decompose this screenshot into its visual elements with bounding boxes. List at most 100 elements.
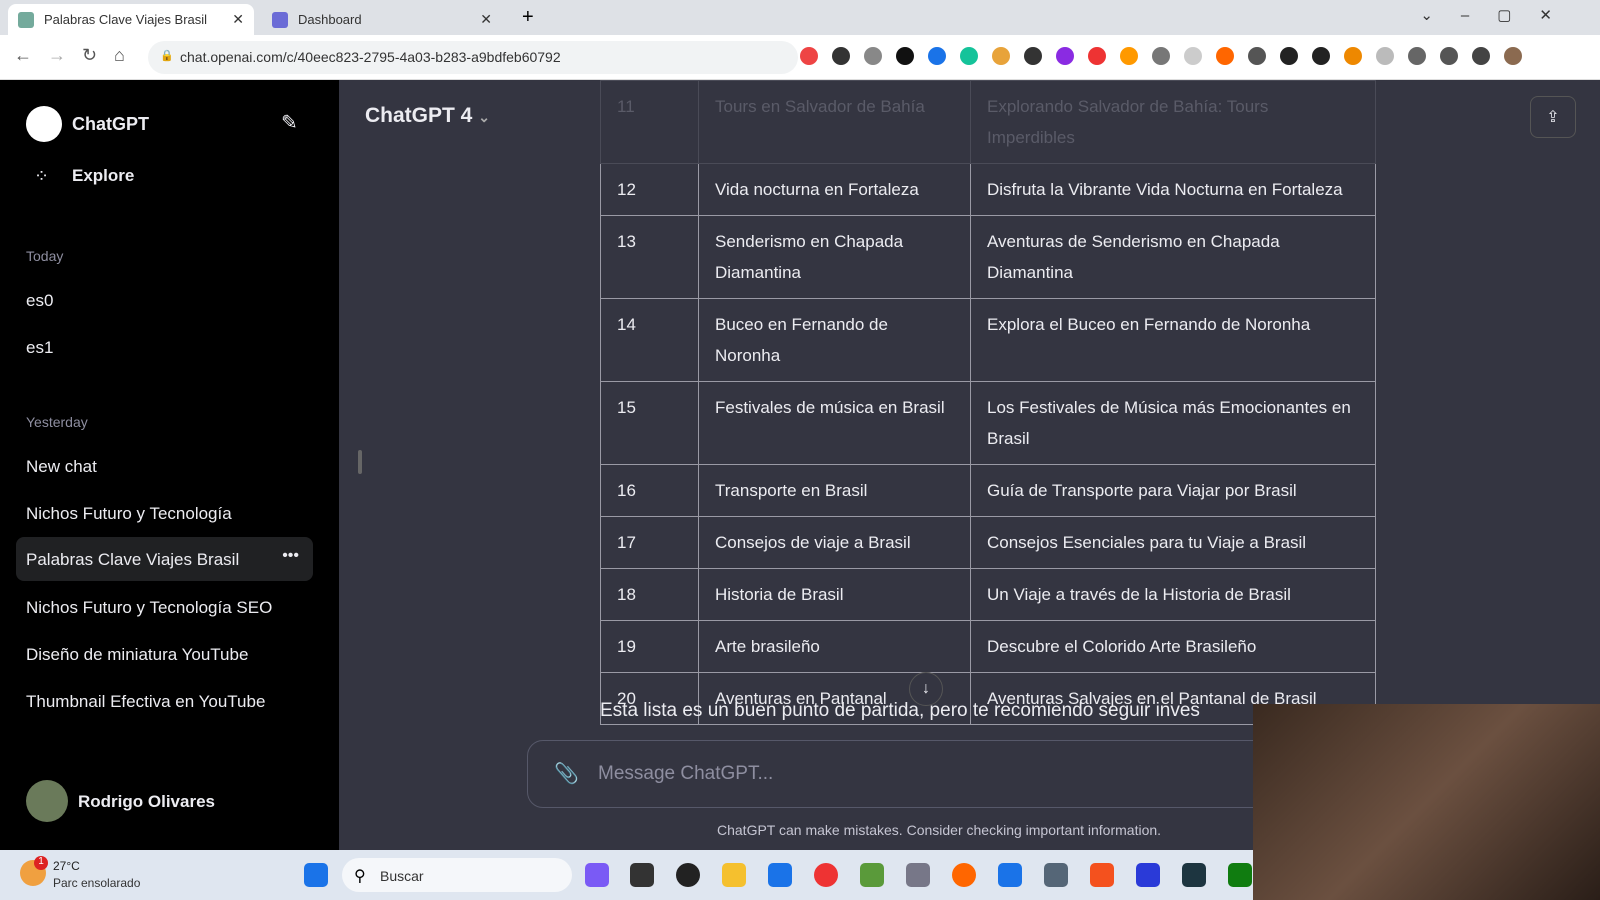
reload-icon[interactable]: ↻ bbox=[82, 45, 97, 66]
row-number: 12 bbox=[600, 163, 699, 216]
more-options-icon[interactable]: ••• bbox=[282, 547, 299, 565]
file-explorer-icon[interactable] bbox=[722, 863, 746, 887]
profile-avatar[interactable] bbox=[1504, 47, 1522, 65]
chat-item[interactable]: Diseño de miniatura YouTube bbox=[26, 645, 248, 665]
chat-item[interactable]: Nichos Futuro y Tecnología bbox=[26, 504, 232, 524]
chat-item-active[interactable]: Palabras Clave Viajes Brasil ••• bbox=[16, 537, 313, 581]
extension-icon[interactable] bbox=[1024, 47, 1042, 65]
app-icon[interactable] bbox=[1182, 863, 1206, 887]
weather-icon: 1 bbox=[20, 856, 48, 886]
keyword-cell: Vida nocturna en Fortaleza bbox=[698, 163, 971, 216]
grammarly-icon[interactable] bbox=[960, 47, 978, 65]
extension-icon[interactable] bbox=[896, 47, 914, 65]
notification-badge: 1 bbox=[34, 856, 48, 870]
extension-icon[interactable] bbox=[864, 47, 882, 65]
xbox-icon[interactable] bbox=[1228, 863, 1252, 887]
row-number: 17 bbox=[600, 516, 699, 569]
search-box[interactable]: ⚲ Buscar bbox=[342, 858, 572, 892]
title-cell: Explorando Salvador de Bahía: Tours Impe… bbox=[970, 80, 1376, 164]
app-icon[interactable] bbox=[630, 863, 654, 887]
title-cell: Consejos Esenciales para tu Viaje a Bras… bbox=[970, 516, 1376, 569]
extension-icon[interactable] bbox=[800, 47, 818, 65]
extension-icon[interactable] bbox=[1216, 47, 1234, 65]
table-row: 17 Consejos de viaje a Brasil Consejos Ese… bbox=[600, 516, 1376, 569]
obs-icon[interactable] bbox=[676, 863, 700, 887]
title-cell: Un Viaje a través de la Historia de Bras… bbox=[970, 568, 1376, 621]
sidebar-resize-handle[interactable] bbox=[358, 450, 362, 474]
chat-item[interactable]: es1 bbox=[26, 338, 53, 358]
close-tab-icon[interactable]: ✕ bbox=[480, 11, 492, 28]
chrome-icon[interactable] bbox=[814, 863, 838, 887]
home-icon[interactable]: ⌂ bbox=[114, 45, 125, 66]
url-text: chat.openai.com/c/40eec823-2795-4a03-b28… bbox=[180, 49, 561, 65]
extension-icon[interactable] bbox=[1088, 47, 1106, 65]
app-icon[interactable] bbox=[906, 863, 930, 887]
explore-link[interactable]: Explore bbox=[72, 166, 134, 186]
firefox-icon[interactable] bbox=[952, 863, 976, 887]
chat-item[interactable]: es0 bbox=[26, 291, 53, 311]
audio-app-icon[interactable] bbox=[1136, 863, 1160, 887]
extension-icon[interactable] bbox=[928, 47, 946, 65]
extension-icon[interactable] bbox=[1376, 47, 1394, 65]
share-icon[interactable]: ⇪ bbox=[1530, 96, 1576, 138]
extension-icon[interactable] bbox=[1120, 47, 1138, 65]
tab-dashboard[interactable]: Dashboard ✕ bbox=[262, 4, 502, 35]
settings-icon[interactable] bbox=[1044, 863, 1068, 887]
user-name[interactable]: Rodrigo Olivares bbox=[78, 792, 215, 812]
app-icon[interactable] bbox=[860, 863, 884, 887]
webcam-overlay bbox=[1253, 704, 1600, 900]
sidepanel-icon[interactable] bbox=[1472, 47, 1490, 65]
download-icon[interactable] bbox=[1440, 47, 1458, 65]
extension-icon[interactable] bbox=[1280, 47, 1298, 65]
app-name[interactable]: ChatGPT bbox=[72, 114, 149, 135]
disclaimer: ChatGPT can make mistakes. Consider chec… bbox=[717, 822, 1162, 838]
table-row: 14 Buceo en Fernando de Noronha Explora el… bbox=[600, 298, 1376, 382]
forward-icon[interactable]: → bbox=[48, 45, 66, 66]
back-icon[interactable]: ← bbox=[14, 45, 32, 66]
chat-item[interactable]: Nichos Futuro y Tecnología SEO bbox=[26, 598, 272, 618]
new-tab-icon[interactable]: + bbox=[522, 6, 534, 29]
title-cell: Explora el Buceo en Fernando de Noronha bbox=[970, 298, 1376, 382]
search-placeholder: Buscar bbox=[380, 868, 424, 884]
chat-item-label: Palabras Clave Viajes Brasil bbox=[26, 550, 240, 569]
keyword-cell: Arte brasileño bbox=[698, 620, 971, 673]
extension-icon[interactable] bbox=[832, 47, 850, 65]
extension-icon[interactable] bbox=[1312, 47, 1330, 65]
app-icon[interactable] bbox=[585, 863, 609, 887]
extension-icon[interactable] bbox=[1184, 47, 1202, 65]
close-tab-icon[interactable]: ✕ bbox=[232, 11, 244, 28]
tab-palabras-clave[interactable]: Palabras Clave Viajes Brasil ✕ bbox=[8, 4, 254, 35]
window-controls[interactable]: ⌄–▢✕ bbox=[1420, 6, 1580, 24]
windows-start-icon[interactable] bbox=[304, 863, 328, 887]
extension-icon[interactable] bbox=[1056, 47, 1074, 65]
chat-item[interactable]: New chat bbox=[26, 457, 97, 477]
puzzle-icon[interactable] bbox=[1408, 47, 1426, 65]
extension-icon[interactable] bbox=[1344, 47, 1362, 65]
mail-icon[interactable] bbox=[768, 863, 792, 887]
dashboard-favicon-icon bbox=[272, 11, 288, 28]
app-icon[interactable] bbox=[998, 863, 1022, 887]
attach-icon[interactable]: 📎 bbox=[554, 761, 579, 786]
table-row: 13 Senderismo en Chapada Diamantina Aventu… bbox=[600, 215, 1376, 299]
model-selector[interactable]: ChatGPT 4 ⌄ bbox=[365, 104, 490, 128]
title-cell: Aventuras de Senderismo en Chapada Diama… bbox=[970, 215, 1376, 299]
extension-icon[interactable] bbox=[1248, 47, 1266, 65]
temperature[interactable]: 27°C bbox=[53, 859, 80, 873]
weather-text[interactable]: Parc ensolarado bbox=[53, 876, 140, 890]
table-row: 19 Arte brasileño Descubre el Colorido Art… bbox=[600, 620, 1376, 673]
brave-icon[interactable] bbox=[1090, 863, 1114, 887]
chat-item[interactable]: Thumbnail Efectiva en YouTube bbox=[26, 692, 265, 712]
extension-icon[interactable] bbox=[1152, 47, 1170, 65]
model-label: ChatGPT 4 bbox=[365, 104, 473, 127]
new-chat-icon[interactable]: ✎ bbox=[281, 110, 298, 135]
avatar[interactable] bbox=[26, 780, 68, 822]
table-row: 11 Tours en Salvador de Bahía Explorando S… bbox=[600, 80, 1376, 164]
table-row: 16 Transporte en Brasil Guía de Transporte… bbox=[600, 464, 1376, 517]
keyword-cell: Buceo en Fernando de Noronha bbox=[698, 298, 971, 382]
keyword-cell: Senderismo en Chapada Diamantina bbox=[698, 215, 971, 299]
extension-icon[interactable] bbox=[992, 47, 1010, 65]
table-row: 12 Vida nocturna en Fortaleza Disfruta la … bbox=[600, 163, 1376, 216]
row-number: 16 bbox=[600, 464, 699, 517]
url-field[interactable]: 🔒 chat.openai.com/c/40eec823-2795-4a03-b2… bbox=[148, 41, 798, 74]
keyword-cell: Transporte en Brasil bbox=[698, 464, 971, 517]
